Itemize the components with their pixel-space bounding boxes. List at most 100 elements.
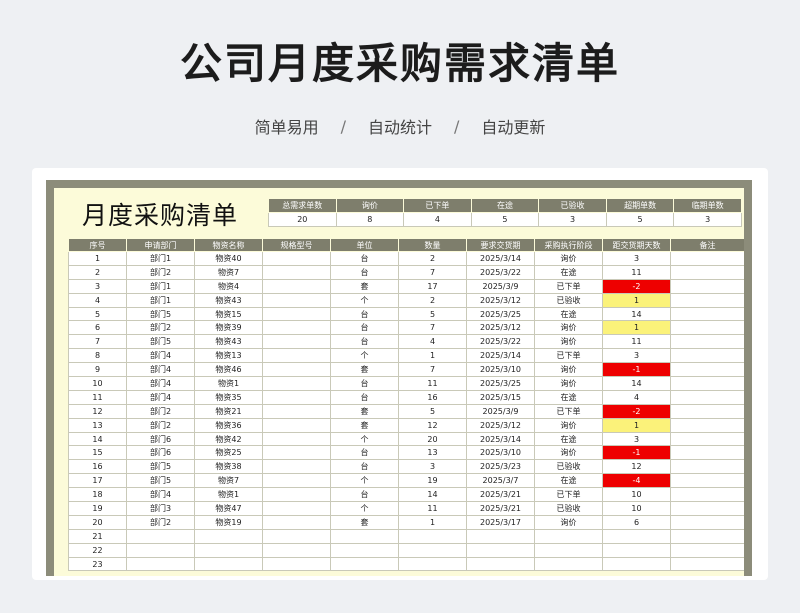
qty-cell[interactable]: 13 <box>398 445 467 461</box>
unit-cell[interactable]: 套 <box>330 362 399 378</box>
due-date-cell[interactable]: 2025/3/25 <box>466 376 535 391</box>
days-left-cell[interactable]: 1 <box>602 320 671 336</box>
stage-cell[interactable]: 已下单 <box>534 403 603 419</box>
days-left-cell[interactable]: -1 <box>602 445 671 461</box>
row-number[interactable]: 5 <box>68 306 127 322</box>
stage-cell[interactable]: 询价 <box>534 334 603 350</box>
due-date-cell[interactable]: 2025/3/10 <box>466 445 535 461</box>
row-number[interactable]: 10 <box>68 376 127 391</box>
dept-cell[interactable]: 部门2 <box>126 264 195 280</box>
stage-cell[interactable]: 在途 <box>534 264 603 280</box>
qty-cell[interactable]: 2 <box>398 292 467 308</box>
note-cell[interactable] <box>670 376 744 391</box>
due-date-cell[interactable]: 2025/3/10 <box>466 362 535 378</box>
item-cell[interactable]: 物资25 <box>194 445 263 461</box>
note-cell[interactable] <box>670 320 744 336</box>
spec-cell[interactable] <box>262 487 331 503</box>
row-number[interactable]: 12 <box>68 403 127 419</box>
stage-cell[interactable]: 询价 <box>534 320 603 336</box>
dept-cell[interactable]: 部门1 <box>126 251 195 266</box>
stage-cell[interactable]: 已下单 <box>534 348 603 364</box>
spec-cell[interactable] <box>262 320 331 336</box>
days-left-cell[interactable]: 10 <box>602 501 671 516</box>
days-left-cell[interactable]: 10 <box>602 487 671 503</box>
qty-cell[interactable]: 11 <box>398 501 467 516</box>
due-date-cell[interactable]: 2025/3/9 <box>466 278 535 294</box>
unit-cell[interactable]: 台 <box>330 389 399 405</box>
item-cell[interactable]: 物资46 <box>194 362 263 378</box>
days-left-cell[interactable] <box>602 542 671 558</box>
note-cell[interactable] <box>670 556 744 572</box>
item-cell[interactable]: 物资47 <box>194 501 263 516</box>
item-cell[interactable]: 物资21 <box>194 403 263 419</box>
row-number[interactable]: 22 <box>68 542 127 558</box>
stage-cell[interactable]: 询价 <box>534 445 603 461</box>
dept-cell[interactable]: 部门6 <box>126 431 195 447</box>
qty-cell[interactable] <box>398 556 467 572</box>
days-left-cell[interactable]: 3 <box>602 431 671 447</box>
dept-cell[interactable] <box>126 556 195 572</box>
spec-cell[interactable] <box>262 542 331 558</box>
spec-cell[interactable] <box>262 306 331 322</box>
row-number[interactable]: 9 <box>68 362 127 378</box>
spec-cell[interactable] <box>262 251 331 266</box>
unit-cell[interactable]: 台 <box>330 376 399 391</box>
days-left-cell[interactable]: 3 <box>602 251 671 266</box>
row-number[interactable]: 11 <box>68 389 127 405</box>
qty-cell[interactable]: 16 <box>398 389 467 405</box>
due-date-cell[interactable]: 2025/3/7 <box>466 473 535 489</box>
spec-cell[interactable] <box>262 417 331 433</box>
unit-cell[interactable]: 台 <box>330 445 399 461</box>
days-left-cell[interactable]: -1 <box>602 362 671 378</box>
qty-cell[interactable]: 1 <box>398 514 467 530</box>
qty-cell[interactable]: 7 <box>398 320 467 336</box>
spec-cell[interactable] <box>262 459 331 475</box>
days-left-cell[interactable] <box>602 556 671 572</box>
row-number[interactable]: 6 <box>68 320 127 336</box>
due-date-cell[interactable]: 2025/3/21 <box>466 501 535 516</box>
note-cell[interactable] <box>670 348 744 364</box>
stage-cell[interactable]: 询价 <box>534 251 603 266</box>
row-number[interactable]: 14 <box>68 431 127 447</box>
row-number[interactable]: 15 <box>68 445 127 461</box>
spec-cell[interactable] <box>262 334 331 350</box>
qty-cell[interactable]: 4 <box>398 334 467 350</box>
note-cell[interactable] <box>670 389 744 405</box>
qty-cell[interactable]: 20 <box>398 431 467 447</box>
item-cell[interactable]: 物资36 <box>194 417 263 433</box>
row-number[interactable]: 17 <box>68 473 127 489</box>
spec-cell[interactable] <box>262 348 331 364</box>
qty-cell[interactable]: 17 <box>398 278 467 294</box>
days-left-cell[interactable]: 1 <box>602 292 671 308</box>
spec-cell[interactable] <box>262 264 331 280</box>
row-number[interactable]: 21 <box>68 528 127 544</box>
due-date-cell[interactable]: 2025/3/14 <box>466 431 535 447</box>
note-cell[interactable] <box>670 334 744 350</box>
row-number[interactable]: 8 <box>68 348 127 364</box>
dept-cell[interactable]: 部门3 <box>126 501 195 516</box>
dept-cell[interactable]: 部门1 <box>126 292 195 308</box>
row-number[interactable]: 13 <box>68 417 127 433</box>
stage-cell[interactable]: 询价 <box>534 417 603 433</box>
note-cell[interactable] <box>670 251 744 266</box>
qty-cell[interactable]: 7 <box>398 264 467 280</box>
note-cell[interactable] <box>670 306 744 322</box>
unit-cell[interactable]: 套 <box>330 514 399 530</box>
spec-cell[interactable] <box>262 528 331 544</box>
unit-cell[interactable]: 套 <box>330 403 399 419</box>
row-number[interactable]: 16 <box>68 459 127 475</box>
item-cell[interactable]: 物资43 <box>194 292 263 308</box>
stage-cell[interactable]: 询价 <box>534 514 603 530</box>
summary-value[interactable]: 20 <box>268 212 337 227</box>
row-number[interactable]: 18 <box>68 487 127 503</box>
unit-cell[interactable]: 台 <box>330 487 399 503</box>
item-cell[interactable]: 物资1 <box>194 487 263 503</box>
days-left-cell[interactable]: -2 <box>602 278 671 294</box>
row-number[interactable]: 1 <box>68 251 127 266</box>
row-number[interactable]: 3 <box>68 278 127 294</box>
note-cell[interactable] <box>670 403 744 419</box>
stage-cell[interactable]: 在途 <box>534 431 603 447</box>
days-left-cell[interactable]: 11 <box>602 334 671 350</box>
days-left-cell[interactable]: 12 <box>602 459 671 475</box>
note-cell[interactable] <box>670 473 744 489</box>
